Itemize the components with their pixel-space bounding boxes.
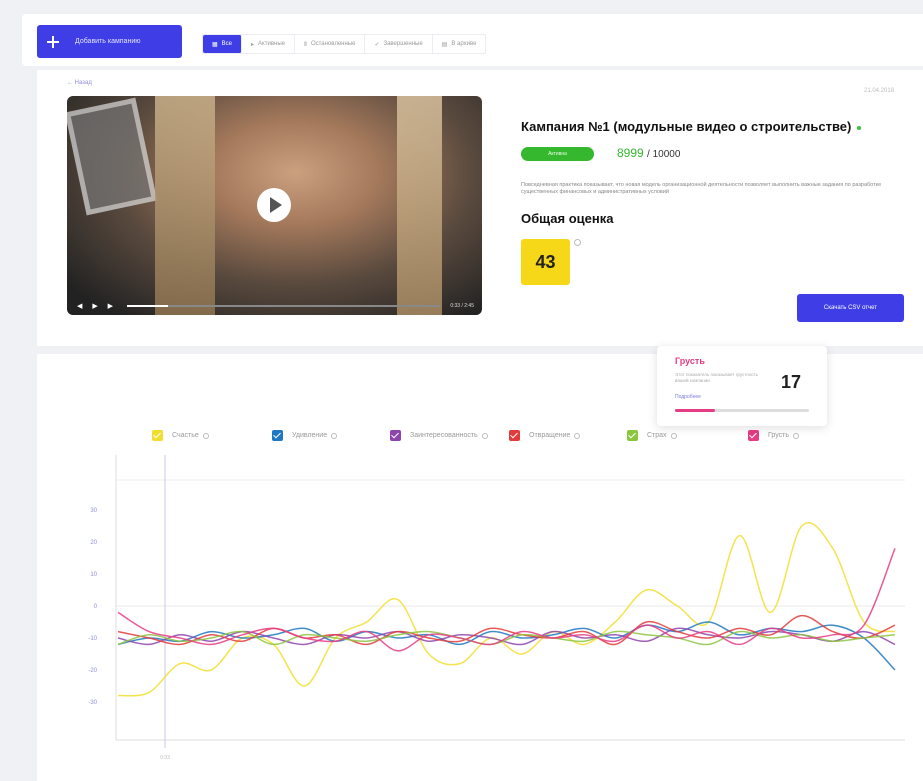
y-tick-label: 10 xyxy=(90,572,97,578)
tooltip-details-link[interactable]: Подробнее xyxy=(675,394,701,400)
help-icon[interactable] xyxy=(793,432,799,439)
help-icon[interactable] xyxy=(202,432,209,439)
legend-label: Отвращение xyxy=(529,432,571,439)
legend-label: Заинтересованность xyxy=(410,432,478,439)
y-tick-label: 30 xyxy=(90,508,97,514)
legend-label: Счастье xyxy=(172,432,199,439)
legend-checkbox-icon[interactable] xyxy=(748,430,759,441)
tooltip-title: Грусть xyxy=(675,356,705,366)
help-icon[interactable] xyxy=(670,432,677,439)
legend-checkbox-icon[interactable] xyxy=(627,430,638,441)
legend-item[interactable]: Счастье xyxy=(152,430,209,441)
y-tick-label: 0 xyxy=(94,604,98,610)
y-tick-label: -10 xyxy=(88,636,97,642)
series-line-Счастье xyxy=(117,522,896,697)
legend-item[interactable]: Грусть xyxy=(748,430,799,441)
legend-item[interactable]: Отвращение xyxy=(509,430,581,441)
legend-checkbox-icon[interactable] xyxy=(509,430,520,441)
legend-label: Удивление xyxy=(292,432,328,439)
legend-item[interactable]: Страх xyxy=(627,430,677,441)
legend-item[interactable]: Удивление xyxy=(272,430,338,441)
legend-checkbox-icon[interactable] xyxy=(390,430,401,441)
help-icon[interactable] xyxy=(331,432,338,439)
y-tick-label: -30 xyxy=(88,700,97,706)
tooltip-level-bar xyxy=(675,409,809,412)
legend-item[interactable]: Заинтересованность xyxy=(390,430,488,441)
tooltip-value: 17 xyxy=(781,372,802,392)
legend-checkbox-icon[interactable] xyxy=(152,430,163,441)
chart-legend: Счастье Удивление Заинтересованность Отвращ… xyxy=(152,430,812,444)
tooltip-level-fill xyxy=(675,409,716,412)
legend-label: Страх xyxy=(647,432,667,439)
x-tick-label: 0:33 xyxy=(160,755,170,761)
emotion-tooltip: Грусть Этот показатель показывает грустн… xyxy=(657,346,827,426)
help-icon[interactable] xyxy=(574,432,581,439)
help-icon[interactable] xyxy=(481,432,488,439)
tooltip-description: Этот показатель показывает грустность ва… xyxy=(675,372,758,383)
legend-checkbox-icon[interactable] xyxy=(272,430,283,441)
legend-label: Грусть xyxy=(768,432,789,439)
y-tick-label: -20 xyxy=(88,668,97,674)
y-tick-label: 20 xyxy=(90,540,97,546)
